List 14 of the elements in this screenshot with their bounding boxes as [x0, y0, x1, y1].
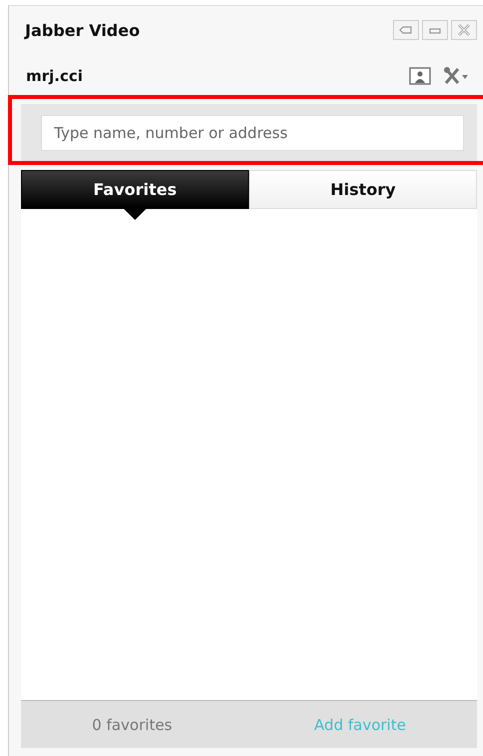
search-field[interactable]: Type name, number or address — [41, 115, 464, 151]
minimize-icon — [429, 26, 441, 34]
minimize-button[interactable] — [422, 20, 448, 40]
close-button[interactable] — [451, 20, 477, 40]
favorites-count: 0 favorites — [92, 716, 172, 734]
user-name: mrj.cci — [26, 67, 83, 85]
pin-icon — [399, 25, 413, 35]
tools-icon[interactable] — [443, 66, 469, 86]
close-icon — [457, 23, 471, 37]
contact-card-icon[interactable] — [409, 67, 431, 85]
tab[interactable]: Favorites — [21, 170, 249, 209]
window-title: Jabber Video — [25, 20, 140, 40]
tab[interactable]: History — [249, 170, 477, 209]
pin-button[interactable] — [393, 20, 419, 40]
